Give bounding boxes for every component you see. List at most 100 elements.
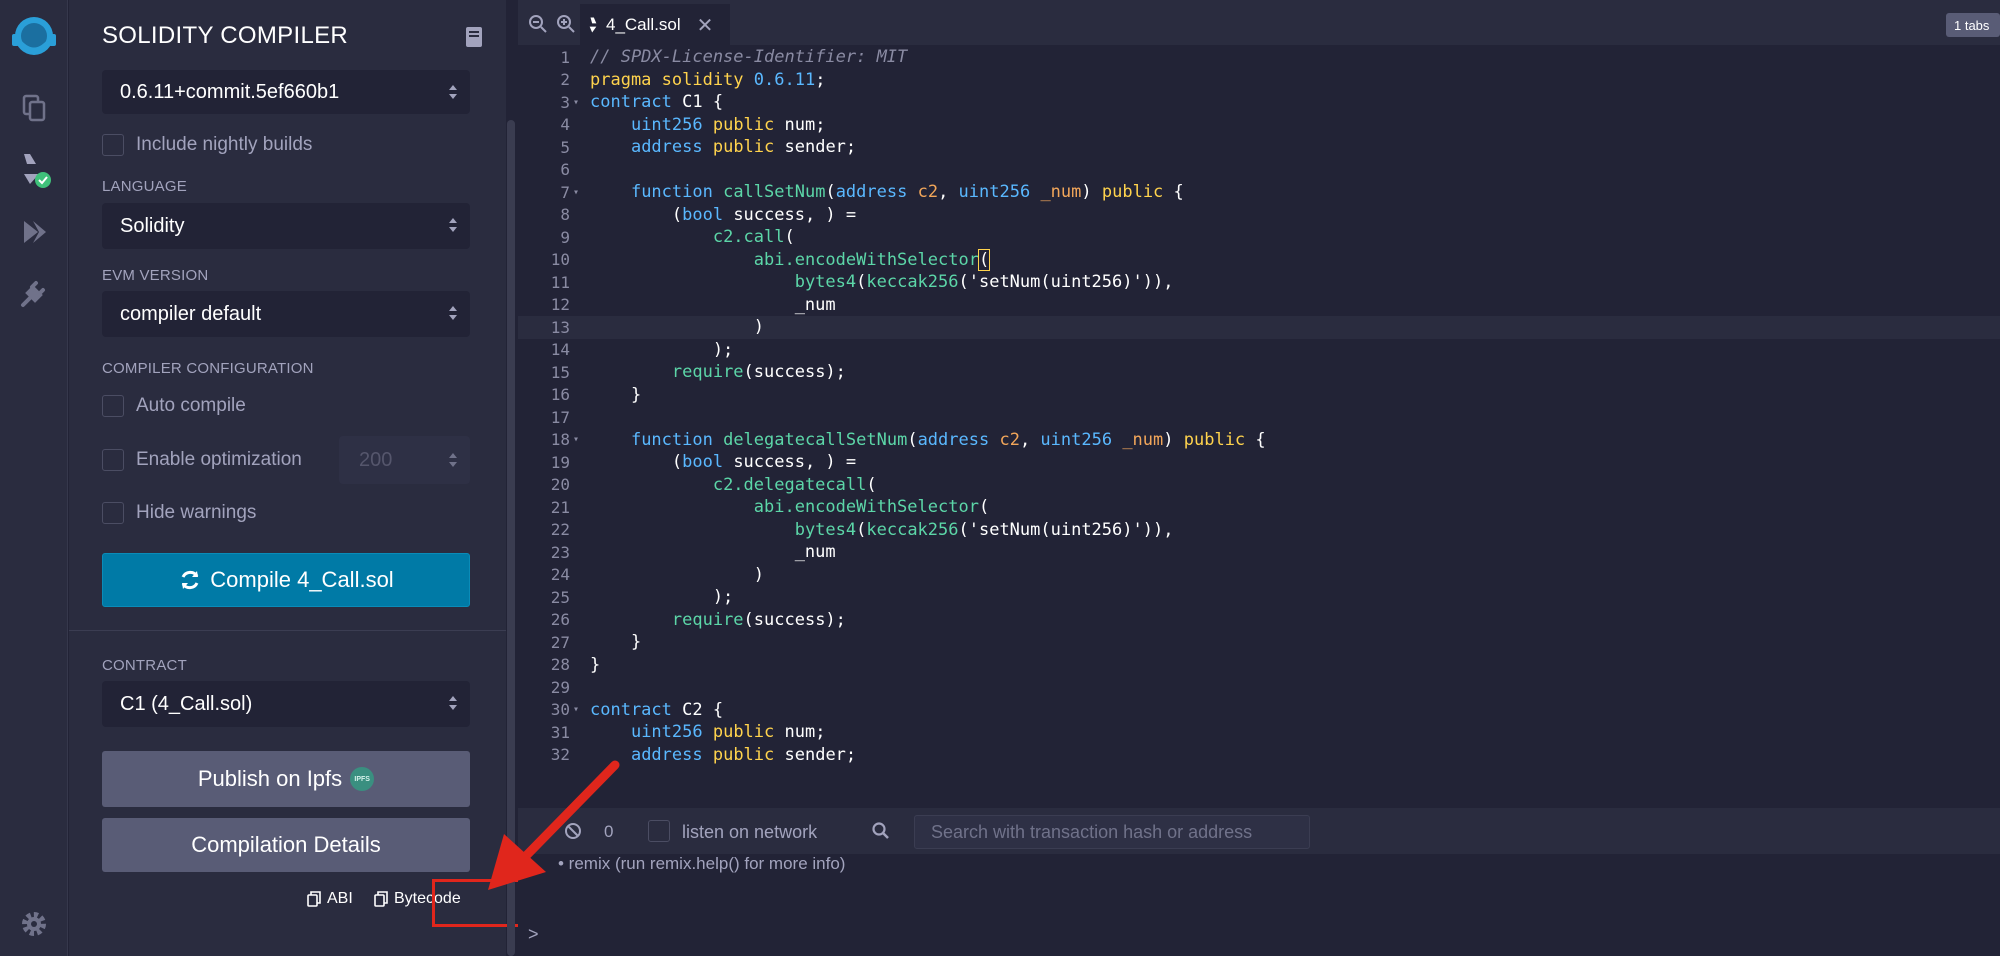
copy-icon	[374, 891, 388, 907]
compiler-version-select[interactable]: 0.6.11+commit.5ef660b1	[102, 70, 470, 114]
tabs-count-badge[interactable]: 1 tabs	[1946, 13, 2000, 37]
code-editor[interactable]: 1 // SPDX-License-Identifier: MIT 2 pragma …	[518, 46, 2000, 773]
code-line[interactable]: 4 uint256 public num;	[518, 114, 2000, 137]
documentation-icon[interactable]	[464, 26, 484, 48]
code-line[interactable]: 29	[518, 676, 2000, 699]
code-line[interactable]: 11 bytes4(keccak256('setNum(uint256)')),	[518, 271, 2000, 294]
code-line[interactable]: 17	[518, 406, 2000, 429]
code-line[interactable]: 10 abi.encodeWithSelector(	[518, 248, 2000, 272]
code-line[interactable]: 13 )	[518, 316, 2000, 339]
code-line[interactable]: 32 address public sender;	[518, 744, 2000, 767]
solidity-compiler-icon[interactable]	[14, 150, 54, 190]
code-line[interactable]: 20 c2.delegatecall(	[518, 474, 2000, 497]
code-text: // SPDX-License-Identifier: MIT	[590, 47, 908, 68]
code-text: }	[590, 384, 642, 405]
code-line[interactable]: 24 )	[518, 564, 2000, 587]
stepper-arrows-icon	[449, 453, 457, 467]
checkbox-box[interactable]	[102, 134, 124, 156]
code-text: contract C2 {	[590, 699, 724, 720]
code-line[interactable]: 18 ▾ function delegatecallSetNum(address …	[518, 429, 2000, 452]
code-line[interactable]: 30 ▾ contract C2 {	[518, 699, 2000, 722]
code-line[interactable]: 16 }	[518, 384, 2000, 407]
fold-arrow-icon[interactable]: ▾	[570, 187, 582, 198]
code-text: );	[590, 339, 734, 360]
plugin-manager-icon[interactable]	[14, 274, 54, 314]
code-line[interactable]: 1 // SPDX-License-Identifier: MIT	[518, 46, 2000, 69]
code-line[interactable]: 22 bytes4(keccak256('setNum(uint256)')),	[518, 519, 2000, 542]
compilation-details-button[interactable]: Compilation Details	[102, 818, 470, 872]
contract-select[interactable]: C1 (4_Call.sol)	[102, 681, 470, 727]
transaction-search-input[interactable]: Search with transaction hash or address	[914, 815, 1310, 849]
code-line[interactable]: 5 address public sender;	[518, 136, 2000, 159]
terminal-prompt[interactable]: >	[528, 924, 539, 945]
language-value: Solidity	[120, 214, 185, 237]
code-line[interactable]: 12 _num	[518, 294, 2000, 317]
fold-arrow-icon[interactable]: ▾	[570, 434, 582, 445]
compiler-version-value: 0.6.11+commit.5ef660b1	[120, 80, 340, 103]
compile-button[interactable]: Compile 4_Call.sol	[102, 553, 470, 607]
contract-label: CONTRACT	[102, 657, 187, 674]
code-line[interactable]: 25 );	[518, 586, 2000, 609]
code-text: bytes4(keccak256('setNum(uint256)')),	[794, 272, 1174, 293]
code-line[interactable]: 3 ▾ contract C1 {	[518, 91, 2000, 114]
hide-warnings-label: Hide warnings	[136, 502, 257, 523]
code-line[interactable]: 28}	[518, 654, 2000, 677]
compiler-config-label: COMPILER CONFIGURATION	[102, 360, 314, 377]
code-line[interactable]: 19 (bool success, ) =	[518, 451, 2000, 474]
line-number: 28	[550, 655, 570, 675]
checkbox-box[interactable]	[102, 395, 124, 417]
zoom-out-icon[interactable]	[528, 14, 548, 34]
close-icon[interactable]: ✕	[697, 13, 714, 38]
checkbox-box[interactable]	[102, 502, 124, 524]
terminal-toolbar: 0 listen on network Search with transact…	[518, 808, 2000, 854]
checkbox-box[interactable]	[102, 449, 124, 471]
code-text: c2.call(	[712, 227, 795, 248]
code-line[interactable]: 8 (bool success, ) =	[518, 204, 2000, 227]
abi-label: ABI	[327, 890, 353, 907]
evm-version-select[interactable]: compiler default	[102, 291, 470, 337]
code-text: _num	[590, 542, 836, 563]
code-line[interactable]: 21 abi.encodeWithSelector(	[518, 496, 2000, 519]
code-line[interactable]: 7 ▾ function callSetNum(address c2, uint2…	[518, 181, 2000, 204]
terminal-output[interactable]: • remix (run remix.help() for more info)…	[518, 854, 2000, 956]
file-explorer-icon[interactable]	[14, 88, 54, 128]
solidity-compiler-panel: SOLIDITY COMPILER 0.6.11+commit.5ef660b1…	[69, 0, 540, 956]
tab-4-call-sol[interactable]: 4_Call.sol ✕	[580, 4, 730, 46]
optimization-runs-input[interactable]: 200	[339, 436, 470, 484]
deploy-run-icon[interactable]	[14, 212, 54, 252]
code-line[interactable]: 14 );	[518, 339, 2000, 362]
code-text: bytes4(keccak256('setNum(uint256)')),	[794, 519, 1174, 540]
line-number: 14	[550, 340, 570, 360]
code-text: uint256 public num;	[630, 114, 826, 135]
listen-network-checkbox[interactable]	[648, 820, 670, 842]
select-arrows-icon	[449, 85, 457, 99]
line-number: 17	[550, 407, 570, 427]
include-nightly-checkbox[interactable]: Include nightly builds	[102, 134, 312, 156]
code-line[interactable]: 2 pragma solidity 0.6.11;	[518, 69, 2000, 92]
code-text: )	[590, 564, 764, 585]
enable-optimization-checkbox[interactable]: Enable optimization	[102, 449, 302, 471]
line-number: 13	[550, 317, 570, 337]
code-line[interactable]: 9 c2.call(	[518, 226, 2000, 249]
remix-logo-icon[interactable]	[8, 12, 60, 64]
listen-network-label: listen on network	[682, 822, 818, 842]
fold-arrow-icon[interactable]: ▾	[570, 704, 582, 715]
zoom-in-icon[interactable]	[556, 14, 576, 34]
fold-arrow-icon[interactable]: ▾	[570, 97, 582, 108]
publish-ipfs-button[interactable]: Publish on Ipfs IPFS	[102, 751, 470, 807]
code-line[interactable]: 31 uint256 public num;	[518, 721, 2000, 744]
code-line[interactable]: 6	[518, 159, 2000, 182]
line-number: 3	[560, 92, 570, 112]
code-line[interactable]: 23 _num	[518, 541, 2000, 564]
settings-icon[interactable]	[14, 904, 54, 944]
line-number: 24	[550, 565, 570, 585]
auto-compile-checkbox[interactable]: Auto compile	[102, 395, 246, 417]
language-select[interactable]: Solidity	[102, 203, 470, 249]
search-icon	[872, 822, 889, 839]
hide-warnings-checkbox[interactable]: Hide warnings	[102, 502, 256, 524]
copy-abi-link[interactable]: ABI	[307, 890, 353, 908]
panel-title: SOLIDITY COMPILER	[102, 22, 349, 49]
code-line[interactable]: 15 require(success);	[518, 361, 2000, 384]
code-line[interactable]: 26 require(success);	[518, 609, 2000, 632]
code-line[interactable]: 27 }	[518, 631, 2000, 654]
